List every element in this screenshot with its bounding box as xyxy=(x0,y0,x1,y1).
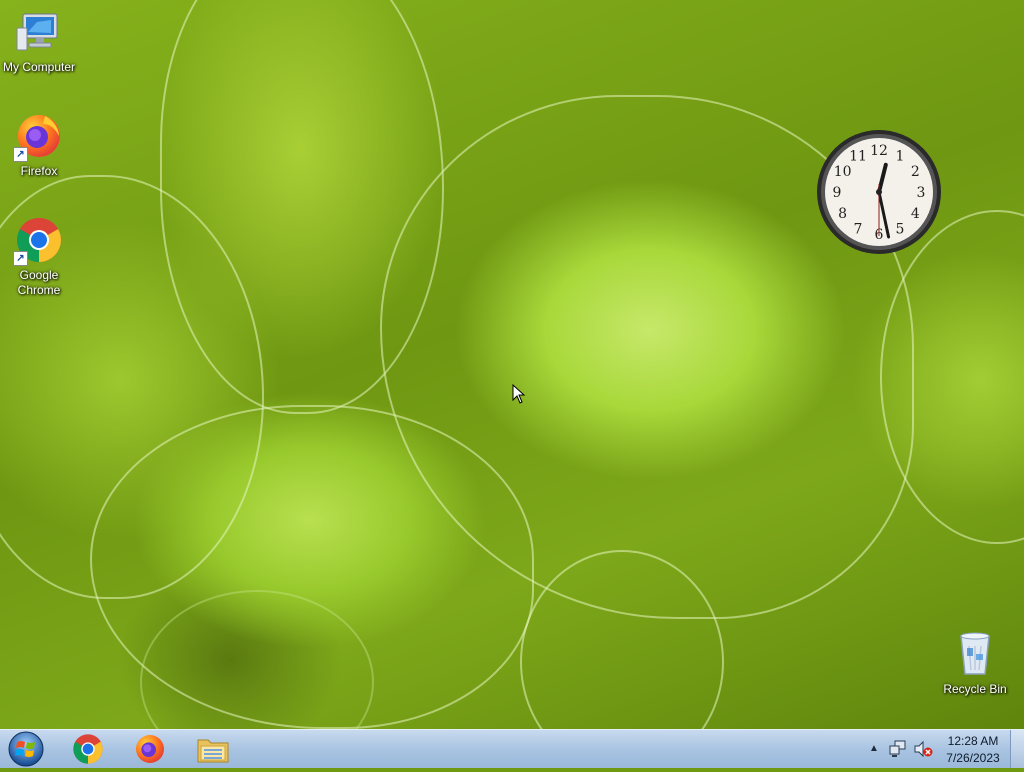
clock-numeral: 4 xyxy=(911,206,920,222)
clock-numeral: 2 xyxy=(911,164,920,180)
clock-numeral: 10 xyxy=(834,164,852,180)
folder-icon xyxy=(197,739,229,763)
taskbar-clock-time[interactable]: 12:28 AM xyxy=(938,734,1008,748)
clock-numeral: 11 xyxy=(849,149,867,165)
desktop-icon-label: My Computer xyxy=(2,60,76,74)
desktop-wallpaper[interactable]: My Computer ↗ Firefox ↗ Google Chrome Re… xyxy=(0,0,1024,729)
firefox-icon: ↗ xyxy=(13,112,63,162)
computer-icon xyxy=(15,8,63,56)
wallpaper-leaf xyxy=(880,210,1024,544)
windows-logo-icon xyxy=(8,731,44,767)
desktop-icon-google-chrome[interactable]: ↗ Google Chrome xyxy=(0,216,78,298)
shortcut-arrow-icon: ↗ xyxy=(13,147,28,162)
volume-muted-icon[interactable] xyxy=(913,740,933,763)
desktop-icon-recycle-bin[interactable]: Recycle Bin xyxy=(936,630,1014,697)
clock-numeral: 7 xyxy=(854,221,863,237)
taskbar-button-chrome[interactable] xyxy=(60,732,116,766)
taskbar-button-explorer[interactable] xyxy=(185,732,241,766)
clock-numeral: 5 xyxy=(896,221,905,237)
desktop-icon-firefox[interactable]: ↗ Firefox xyxy=(0,112,78,179)
network-icon[interactable] xyxy=(889,740,907,763)
taskbar: ▲ 12:28 AM 7/26/2023 xyxy=(0,729,1024,768)
chevron-up-icon[interactable]: ▲ xyxy=(865,740,883,758)
shortcut-arrow-icon: ↗ xyxy=(13,251,28,266)
desktop-icon-label: Recycle Bin xyxy=(943,682,1007,696)
recycle-bin-icon xyxy=(951,630,999,678)
chrome-icon: ↗ xyxy=(13,216,63,266)
taskbar-clock-date[interactable]: 7/26/2023 xyxy=(938,751,1008,765)
clock-numeral: 9 xyxy=(833,185,842,201)
mouse-cursor-icon xyxy=(512,383,526,409)
desktop-icon-label: Firefox xyxy=(20,164,58,178)
clock-numeral: 8 xyxy=(838,206,847,222)
desktop-icon-my-computer[interactable]: My Computer xyxy=(0,8,78,75)
clock-numeral: 12 xyxy=(870,143,888,159)
firefox-icon xyxy=(136,735,164,763)
chrome-icon xyxy=(73,734,103,764)
clock-gadget[interactable]: 12 1 2 3 4 5 6 7 8 9 10 11 xyxy=(815,128,943,256)
taskbar-button-firefox[interactable] xyxy=(122,732,178,766)
desktop-icon-label: Google Chrome xyxy=(17,268,61,297)
clock-numeral: 3 xyxy=(917,185,926,201)
start-button[interactable] xyxy=(6,731,46,767)
show-desktop-button[interactable] xyxy=(1010,730,1024,768)
wallpaper-leaf xyxy=(160,0,444,414)
clock-numeral: 1 xyxy=(896,149,905,165)
